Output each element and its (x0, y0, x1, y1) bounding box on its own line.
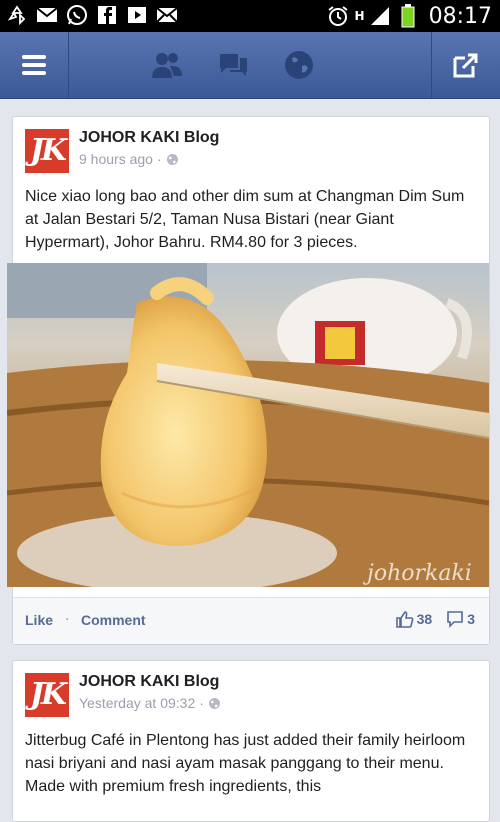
like-button[interactable]: Like (25, 612, 53, 628)
feed-post: JK JOHOR KAKI Blog Yesterday at 09:32 · … (12, 660, 490, 822)
friends-icon (152, 53, 182, 78)
comment-count-value: 3 (467, 611, 475, 627)
avatar-logo-text: JK (29, 677, 67, 712)
friend-requests-button[interactable] (150, 48, 184, 86)
post-meta: Yesterday at 09:32 · (79, 695, 221, 711)
like-count-value: 38 (416, 611, 433, 627)
post-meta: 9 hours ago · (79, 151, 179, 167)
like-count[interactable]: 38 (395, 610, 433, 628)
gmail-icon (36, 4, 58, 26)
feed-post: JK JOHOR KAKI Blog 9 hours ago · Nice xi… (7, 116, 490, 645)
top-nav-bar (0, 32, 500, 99)
public-globe-icon (208, 697, 220, 709)
recycle-icon (6, 4, 28, 26)
post-author[interactable]: JOHOR KAKI Blog (79, 673, 219, 691)
post-text: Nice xiao long bao and other dim sum at … (25, 188, 465, 251)
notification-icons (6, 4, 178, 26)
system-icons: H 08:17 (327, 0, 492, 32)
facebook-icon (96, 4, 118, 26)
avatar-logo-text: JK (29, 133, 67, 168)
menu-button[interactable] (0, 32, 69, 98)
share-icon (453, 53, 478, 78)
post-author[interactable]: JOHOR KAKI Blog (79, 129, 219, 147)
share-button[interactable] (431, 32, 500, 98)
globe-icon (285, 51, 313, 79)
page-avatar[interactable]: JK (25, 673, 69, 717)
meta-separator: · (156, 151, 162, 167)
nav-jewels (150, 48, 316, 86)
dumpling-photo (7, 263, 489, 587)
post-time[interactable]: 9 hours ago (79, 151, 153, 167)
post-actions: Like · Comment 38 3 (13, 597, 489, 644)
comment-bubble-icon (447, 611, 464, 628)
email-icon (156, 4, 178, 26)
meta-separator: · (199, 695, 204, 711)
comment-button[interactable]: Comment (81, 612, 146, 628)
photo-watermark: johorkaki (367, 561, 472, 586)
thumbs-up-icon (395, 611, 414, 628)
clock: 08:17 (428, 3, 492, 29)
page-avatar[interactable]: JK (25, 129, 69, 173)
messages-icon (220, 54, 247, 76)
post-text: Jitterbug Café in Plentong has just adde… (25, 732, 466, 795)
battery-icon (397, 4, 419, 28)
engagement-counts: 38 3 (395, 610, 475, 628)
notifications-button[interactable] (282, 48, 316, 86)
signal-icon (369, 5, 391, 27)
comment-count[interactable]: 3 (446, 610, 475, 628)
whatsapp-icon (66, 4, 88, 26)
network-type-label: H (354, 9, 365, 23)
post-time[interactable]: Yesterday at 09:32 (79, 695, 195, 711)
youtube-icon (126, 4, 148, 26)
alarm-icon (327, 5, 349, 27)
post-photo[interactable]: johorkaki (7, 263, 489, 587)
messages-button[interactable] (216, 48, 250, 86)
public-globe-icon (166, 153, 178, 165)
menu-icon (22, 55, 46, 75)
status-bar: H 08:17 (0, 0, 500, 32)
action-separator: · (65, 612, 70, 628)
